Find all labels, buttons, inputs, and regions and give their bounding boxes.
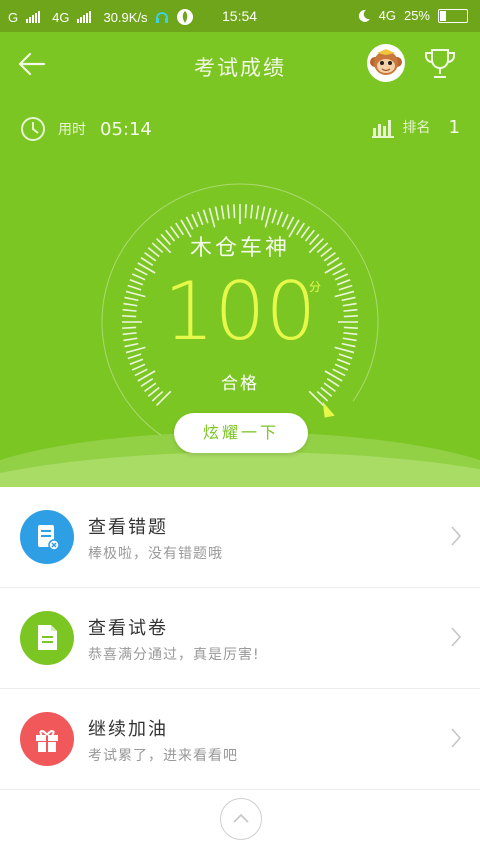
gauge-tick	[208, 207, 216, 228]
paper-icon	[20, 611, 74, 665]
gauge-tick	[271, 209, 278, 224]
network-label: 4G	[52, 9, 70, 25]
list-item-wrong-questions[interactable]: 查看错题 棒极啦，没有错题哦	[0, 487, 480, 588]
gauge-tick	[191, 213, 199, 228]
score-unit: 分	[309, 280, 322, 294]
chevron-right-icon	[451, 526, 462, 546]
action-list: 查看错题 棒极啦，没有错题哦 查看试卷 恭喜满分通过，真是厉害! 继续加油 考试…	[0, 487, 480, 790]
gauge-tick	[202, 209, 209, 224]
carrier-label: G	[8, 9, 19, 25]
gauge-tick	[255, 205, 260, 220]
item-title: 继续加油	[88, 719, 168, 740]
avatar[interactable]	[367, 44, 405, 82]
network-type: 4G	[378, 8, 396, 23]
gauge-tick	[129, 358, 144, 366]
item-subtitle: 棒极啦，没有错题哦	[88, 546, 223, 562]
page-title: 考试成绩	[194, 56, 286, 80]
score-panel: 考试成绩 用时 05:14 排名 1 木仓车神 100 分 合格 炫耀一下	[0, 32, 480, 487]
headset-icon	[155, 12, 168, 23]
gauge-tick	[336, 358, 351, 366]
gauge-tick	[281, 213, 289, 228]
scroll-up-button[interactable]	[220, 798, 262, 840]
time-value: 05:14	[100, 118, 152, 140]
app-icon	[176, 9, 193, 25]
gauge-tick	[127, 353, 142, 360]
gauge-tick	[286, 216, 295, 230]
rank-value: 1	[448, 116, 460, 138]
time-label: 用时	[58, 122, 86, 138]
gauge-indicator	[322, 401, 335, 418]
gauge-tick	[264, 207, 272, 228]
trophy-icon[interactable]	[422, 46, 458, 82]
signal-icon	[77, 11, 92, 23]
gauge-tick	[260, 206, 266, 221]
user-name: 木仓车神	[189, 236, 290, 261]
status-bar: G 4G 30.9K/s 15:54 4G 25%	[0, 0, 480, 32]
gauge-tick	[196, 211, 204, 226]
gauge-tick	[185, 216, 194, 230]
pass-status: 合格	[221, 374, 259, 394]
item-subtitle: 考试累了，进来看看吧	[88, 748, 238, 764]
gauge-tick	[250, 204, 254, 219]
clock-icon	[21, 117, 45, 141]
chevron-up-icon	[233, 813, 249, 823]
gauge-tick	[338, 353, 353, 360]
gauge-tick	[244, 204, 247, 219]
list-item-view-paper[interactable]: 查看试卷 恭喜满分通过，真是厉害!	[0, 588, 480, 689]
gauge-tick	[226, 204, 230, 219]
item-subtitle: 恭喜满分通过，真是厉害!	[88, 647, 260, 663]
gauge-tick	[220, 205, 225, 220]
gauge-tick	[233, 204, 236, 219]
rank-label: 排名	[402, 120, 431, 136]
monkey-avatar-icon	[368, 45, 404, 81]
document-icon	[20, 510, 74, 564]
score-value: 100	[163, 265, 317, 358]
bar-chart-icon	[371, 120, 394, 138]
item-title: 查看错题	[88, 517, 168, 538]
moon-icon	[358, 9, 370, 22]
item-title: 查看试卷	[88, 618, 168, 639]
signal-icon	[26, 11, 41, 23]
gauge-tick	[276, 211, 284, 226]
rank: 排名 1	[371, 116, 460, 138]
chevron-right-icon	[451, 728, 462, 748]
gift-icon	[20, 712, 74, 766]
share-button[interactable]: 炫耀一下	[174, 413, 308, 453]
clock: 15:54	[222, 8, 258, 24]
gauge-tick	[214, 206, 220, 221]
battery-percent: 25%	[403, 8, 430, 23]
chevron-right-icon	[451, 627, 462, 647]
list-item-keep-going[interactable]: 继续加油 考试累了，进来看看吧	[0, 689, 480, 790]
battery-icon	[438, 8, 468, 23]
time-used: 用时 05:14	[20, 116, 152, 142]
speed-label: 30.9K/s	[103, 9, 148, 25]
